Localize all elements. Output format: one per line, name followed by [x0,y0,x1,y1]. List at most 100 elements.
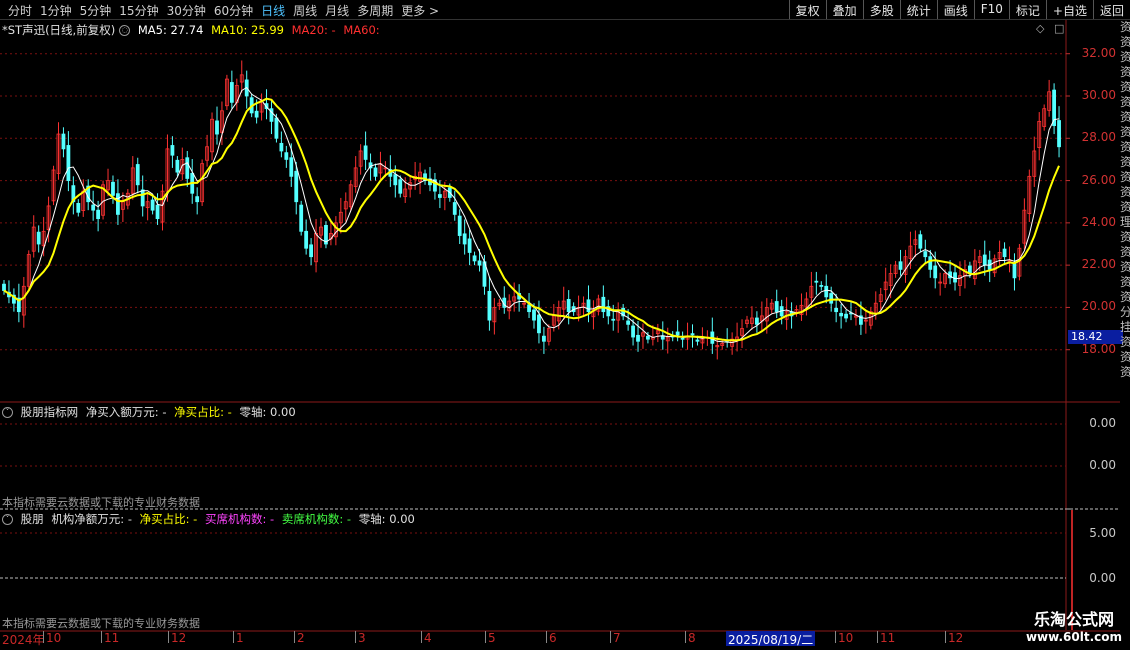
toolbar: 分时 1分钟 5分钟 15分钟 30分钟 60分钟 日线 周线 月线 多周期 更多 > 复权 叠加 多股… [0,0,1130,20]
candle-body [537,314,541,334]
toolbar-button[interactable]: 多股 [862,0,900,19]
price-tick-label: 28.00 [1081,130,1116,145]
toolbar-button[interactable]: 返回 [1092,0,1130,19]
price-tick-label: 24.00 [1081,214,1116,229]
candle-body [754,317,759,325]
toolbar-buttons: 复权 叠加 多股 统计 画线 F10 标记 +自选 返回 [788,0,1130,19]
price-tick-label: 20.00 [1081,299,1116,314]
candle-body [532,309,536,321]
date-axis: 2024年101112123456789101112 [0,631,1068,650]
period-tab[interactable]: 更多 > [397,2,443,19]
toolbar-button[interactable]: 叠加 [825,0,863,19]
date-tick-label: 4 [421,631,432,645]
toolbar-button[interactable]: 画线 [936,0,974,19]
toolbar-button[interactable]: 复权 [788,0,826,19]
period-tab[interactable]: 周线 [289,2,321,19]
chevron-down-icon[interactable]: ˅ [2,514,13,525]
panel2-f4: 卖席机构数: - [281,512,352,526]
candle-body [631,325,635,338]
candle-body [542,335,546,342]
date-tick-label: 6 [546,631,557,645]
period-tab[interactable]: 日线 [257,2,289,19]
settings-circle-icon[interactable]: ◌ [119,25,131,36]
candle-body [774,301,779,313]
period-tabs: 分时 1分钟 5分钟 15分钟 30分钟 60分钟 日线 周线 月线 多周期 更多 > [4,2,443,19]
panel2-axis-bottom: 0.00 [1089,571,1116,585]
period-tab[interactable]: 分时 [4,2,36,19]
candle-body [834,307,839,313]
candle-body [462,233,467,245]
chevron-down-icon[interactable]: ˅ [2,407,13,418]
panel2-title: 股朋 [20,512,44,526]
kline-chart[interactable] [0,20,1130,650]
panel1-f3: 零轴: 0.00 [239,405,296,419]
date-tick-label: 8 [685,631,696,645]
side-panel-strip[interactable]: 资资资资资资资资资资资资资理资资资资资分挂资资资 [1120,20,1130,520]
candle-body [953,272,957,283]
period-tab[interactable]: 15分钟 [115,2,162,19]
panel2-axis-top: 5.00 [1089,526,1116,540]
date-tick-label: 11 [101,631,119,645]
candle-body [814,280,819,283]
candle-body [467,238,472,253]
date-tick-label: 12 [945,631,963,645]
candle-body [829,293,834,304]
candle-body [839,312,844,317]
panel1-axis-top: 0.00 [1089,416,1116,430]
candle-body [135,164,140,186]
ma5-label: MA5: 27.74 [137,23,204,37]
candle-body [690,333,695,336]
candle-body [844,313,848,319]
toolbar-button[interactable]: 标记 [1008,0,1046,19]
watermark-url: www.60lt.com [1025,630,1122,644]
candle-body [150,199,155,211]
candle-body [96,209,101,220]
date-tick-label: 2024年 [2,633,45,647]
period-tab[interactable]: 月线 [321,2,353,19]
candle-body [61,133,66,150]
date-tick-label: 2 [294,631,305,645]
price-tick-label: 32.00 [1081,45,1116,60]
period-tab[interactable]: 30分钟 [163,2,210,19]
panel2-f1: 机构净额万元: - [51,512,132,526]
ma10-label: MA10: 25.99 [211,23,284,37]
toolbar-button[interactable]: +自选 [1045,0,1093,19]
panel1-f2: 净买占比: - [174,405,232,419]
diamond-icon[interactable]: ◇ [1036,22,1044,35]
candle-body [626,320,631,325]
cursor-date: 2025/08/19/二 [726,631,816,647]
date-tick-label: 3 [355,631,366,645]
watermark: 乐淘公式网 www.60lt.com [1026,606,1122,644]
price-tick-label: 30.00 [1081,88,1116,102]
period-tab[interactable]: 5分钟 [76,2,116,19]
panel1-tip: 本指标需要云数据或下载的专业财务数据 [2,496,200,509]
candle-body [923,251,928,258]
candle-body [824,285,829,298]
period-tab[interactable]: 1分钟 [36,2,76,19]
panel1-axis-bottom: 0.00 [1089,458,1116,472]
date-tick-label: 7 [610,631,621,645]
candle-body [695,339,700,342]
candle-body [982,254,987,266]
toolbar-button[interactable]: F10 [973,0,1009,19]
toolbar-button[interactable]: 统计 [899,0,937,19]
candle-body [487,290,492,321]
square-icon[interactable]: □ [1054,22,1064,35]
candle-body [452,202,457,215]
candle-body [254,110,259,118]
period-tab[interactable]: 多周期 [353,2,397,19]
candle-body [294,170,299,203]
candle-body [601,296,606,313]
period-tab[interactable]: 60分钟 [210,2,257,19]
panel1-legend: ˅ 股朋指标网 净买入额万元: - 净买占比: - 零轴: 0.00 [2,404,300,420]
candle-body [195,196,200,203]
candle-body [284,152,289,160]
date-tick-label: 5 [485,631,496,645]
candle-body [680,337,685,340]
candle-body [229,82,234,103]
date-tick-label: 12 [168,631,186,645]
ma20-label: MA20: - [291,23,336,37]
date-tick-label: 10 [43,631,61,645]
candle-body [477,260,482,266]
panel2-f5: 零轴: 0.00 [358,512,415,526]
